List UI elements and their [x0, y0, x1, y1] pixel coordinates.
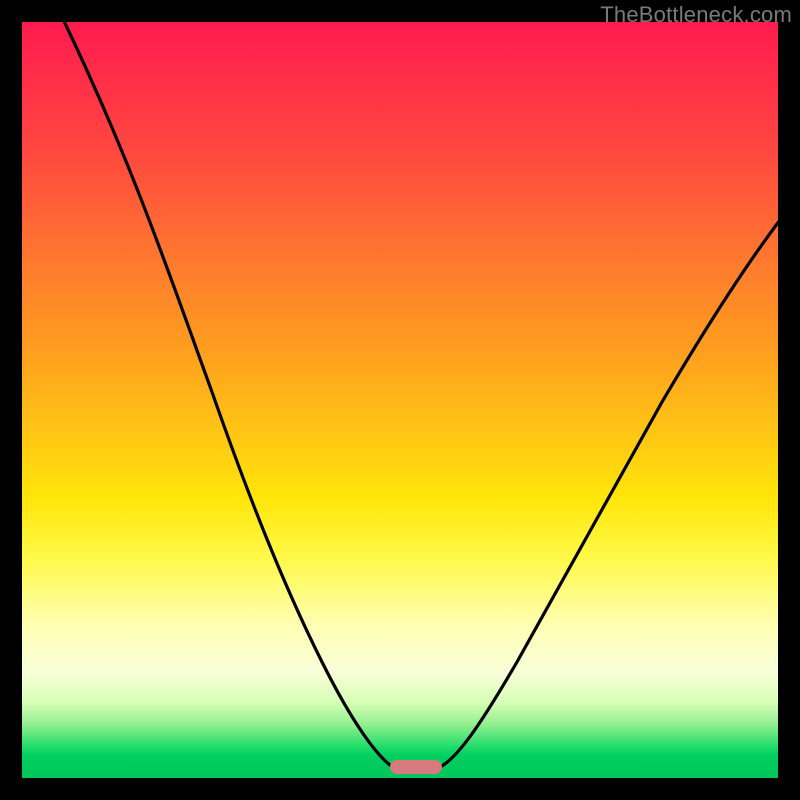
chart-frame: TheBottleneck.com	[0, 0, 800, 800]
min-marker	[390, 760, 442, 774]
plot-area	[22, 22, 778, 778]
curve-left-branch	[62, 17, 394, 768]
bottleneck-curve	[22, 22, 778, 778]
curve-right-branch	[438, 220, 780, 768]
